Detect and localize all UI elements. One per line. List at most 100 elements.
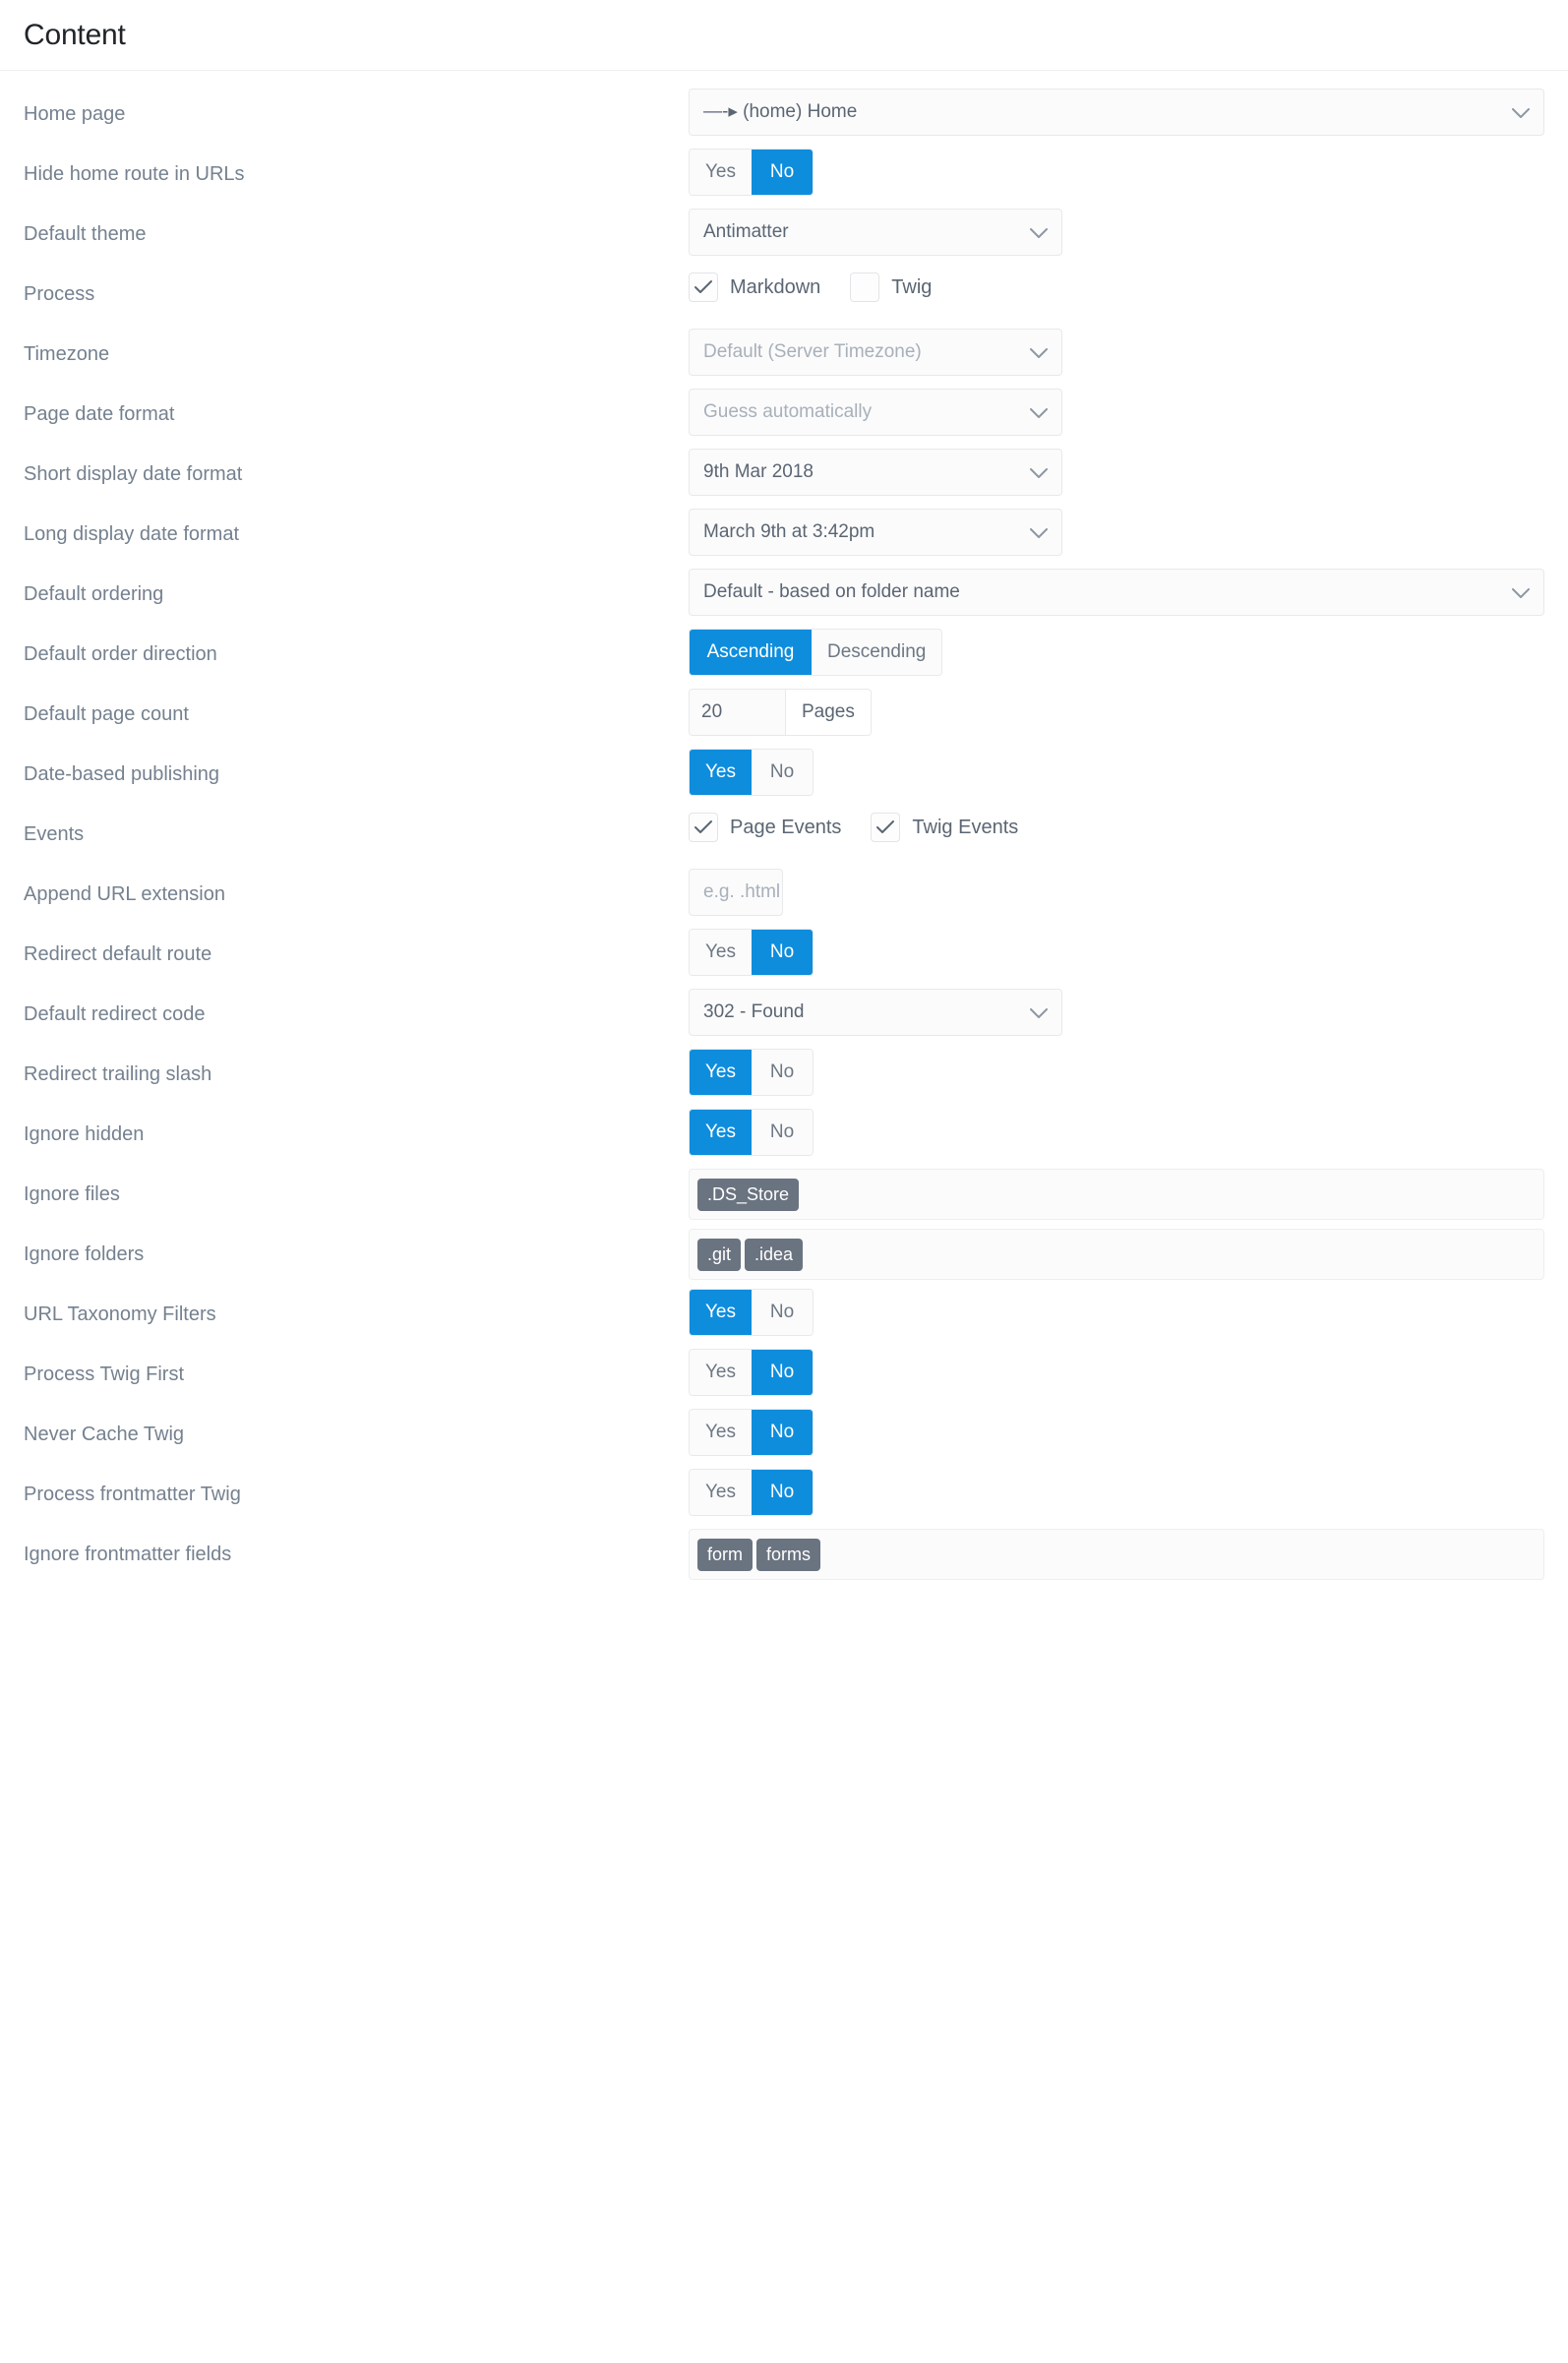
form-label-process-twig-first: Process Twig First — [24, 1363, 184, 1385]
tag-field-ignore-folders[interactable]: .git .idea — [689, 1229, 1544, 1280]
toggle-option-never-cache-twig-yes[interactable]: Yes — [690, 1410, 752, 1455]
checkbox-page-events[interactable]: Page Events — [689, 813, 841, 842]
form-row-hide-home-route-in-urls: Hide home route in URLs Yes No — [0, 141, 1568, 201]
toggle-option-ignore-hidden-yes[interactable]: Yes — [690, 1110, 752, 1155]
toggle-redirect-default-route[interactable]: Yes No — [689, 929, 814, 976]
form-control-never-cache-twig: Yes No — [689, 1401, 1544, 1456]
content-settings-page: Content Home page —-▸ (home) Home Hide hom… — [0, 0, 1568, 2363]
checkbox-label-twig: Twig — [891, 275, 933, 298]
select-short-display-date-format[interactable]: 9th Mar 2018 — [689, 449, 1062, 496]
form-label-ignore-folders: Ignore folders — [24, 1243, 145, 1265]
toggle-option-default-order-direction-ascending[interactable]: Ascending — [690, 630, 812, 675]
form-row-process-frontmatter-twig: Process frontmatter Twig Yes No — [0, 1461, 1568, 1521]
tag-field-ignore-frontmatter-fields[interactable]: form forms — [689, 1529, 1544, 1580]
tag-chip[interactable]: .git — [697, 1238, 742, 1271]
select-home-page[interactable]: —-▸ (home) Home — [689, 89, 1544, 136]
form-label-long-display-date-format: Long display date format — [24, 523, 240, 545]
select-value-default-ordering: Default - based on folder name — [703, 581, 960, 602]
form-label-hide-home-route-in-urls: Hide home route in URLs — [24, 163, 245, 185]
page-header: Content — [0, 0, 1568, 71]
chevron-down-icon — [1030, 390, 1048, 435]
form-control-default-theme: Antimatter — [689, 201, 1544, 256]
select-default-theme[interactable]: Antimatter — [689, 209, 1062, 256]
tag-field-ignore-files[interactable]: .DS_Store — [689, 1169, 1544, 1220]
toggle-option-ignore-hidden-no[interactable]: No — [752, 1110, 813, 1155]
select-timezone[interactable]: Default (Server Timezone) — [689, 329, 1062, 376]
form-control-hide-home-route-in-urls: Yes No — [689, 141, 1544, 196]
toggle-option-process-frontmatter-twig-yes[interactable]: Yes — [690, 1470, 752, 1515]
tag-chip[interactable]: form — [697, 1538, 753, 1571]
toggle-option-redirect-trailing-slash-yes[interactable]: Yes — [690, 1050, 752, 1095]
form-row-date-based-publishing: Date-based publishing Yes No — [0, 741, 1568, 801]
toggle-option-date-based-publishing-no[interactable]: No — [752, 750, 813, 795]
chevron-down-icon — [1512, 90, 1530, 135]
form-label-date-based-publishing: Date-based publishing — [24, 763, 220, 785]
checkbox-box-twig[interactable] — [850, 273, 880, 302]
form-label-short-display-date-format: Short display date format — [24, 463, 243, 485]
toggle-option-process-twig-first-no[interactable]: No — [752, 1350, 813, 1395]
form-control-events: Page Events Twig Events — [689, 801, 1544, 842]
form-row-process-twig-first: Process Twig First Yes No — [0, 1341, 1568, 1401]
form-control-date-based-publishing: Yes No — [689, 741, 1544, 796]
select-value-home-page: —-▸ (home) Home — [703, 101, 858, 122]
checkbox-box-page-events[interactable] — [689, 813, 718, 842]
toggle-option-process-frontmatter-twig-no[interactable]: No — [752, 1470, 813, 1515]
toggle-hide-home-route-in-urls[interactable]: Yes No — [689, 149, 814, 196]
content-settings-form: Home page —-▸ (home) Home Hide home route … — [0, 71, 1568, 1581]
select-page-date-format[interactable]: Guess automatically — [689, 389, 1062, 436]
form-label-page-date-format: Page date format — [24, 403, 175, 425]
form-row-ignore-frontmatter-fields: Ignore frontmatter fields form forms — [0, 1521, 1568, 1581]
checkbox-box-twig-events[interactable] — [871, 813, 901, 842]
form-row-default-redirect-code: Default redirect code 302 - Found — [0, 981, 1568, 1041]
toggle-option-date-based-publishing-yes[interactable]: Yes — [690, 750, 752, 795]
toggle-option-redirect-default-route-yes[interactable]: Yes — [690, 930, 752, 975]
toggle-option-hide-home-route-in-urls-no[interactable]: No — [752, 150, 813, 195]
checkbox-twig[interactable]: Twig — [850, 273, 932, 302]
form-row-timezone: Timezone Default (Server Timezone) — [0, 321, 1568, 381]
toggle-option-redirect-default-route-no[interactable]: No — [752, 930, 813, 975]
toggle-ignore-hidden[interactable]: Yes No — [689, 1109, 814, 1156]
form-label-default-redirect-code: Default redirect code — [24, 1003, 206, 1025]
form-label-url-taxonomy-filters: URL Taxonomy Filters — [24, 1303, 216, 1325]
select-default-redirect-code[interactable]: 302 - Found — [689, 989, 1062, 1036]
checkbox-box-markdown[interactable] — [689, 273, 718, 302]
checkbox-group-events: Page Events Twig Events — [689, 809, 1544, 842]
select-default-ordering[interactable]: Default - based on folder name — [689, 569, 1544, 616]
form-label-home-page: Home page — [24, 103, 126, 125]
toggle-option-process-twig-first-yes[interactable]: Yes — [690, 1350, 752, 1395]
checkbox-markdown[interactable]: Markdown — [689, 273, 820, 302]
toggle-process-twig-first[interactable]: Yes No — [689, 1349, 814, 1396]
toggle-redirect-trailing-slash[interactable]: Yes No — [689, 1049, 814, 1096]
form-control-default-redirect-code: 302 - Found — [689, 981, 1544, 1036]
tag-chip[interactable]: .DS_Store — [697, 1178, 800, 1211]
toggle-process-frontmatter-twig[interactable]: Yes No — [689, 1469, 814, 1516]
tag-chip[interactable]: forms — [756, 1538, 820, 1571]
toggle-option-default-order-direction-descending[interactable]: Descending — [812, 630, 942, 675]
toggle-date-based-publishing[interactable]: Yes No — [689, 749, 814, 796]
form-row-default-ordering: Default ordering Default - based on folde… — [0, 561, 1568, 621]
toggle-option-never-cache-twig-no[interactable]: No — [752, 1410, 813, 1455]
toggle-url-taxonomy-filters[interactable]: Yes No — [689, 1289, 814, 1336]
toggle-default-order-direction[interactable]: Ascending Descending — [689, 629, 943, 676]
select-long-display-date-format[interactable]: March 9th at 3:42pm — [689, 509, 1062, 556]
toggle-never-cache-twig[interactable]: Yes No — [689, 1409, 814, 1456]
form-row-ignore-files: Ignore files .DS_Store — [0, 1161, 1568, 1221]
form-control-short-display-date-format: 9th Mar 2018 — [689, 441, 1544, 496]
toggle-option-url-taxonomy-filters-yes[interactable]: Yes — [690, 1290, 752, 1335]
form-control-ignore-folders: .git .idea — [689, 1221, 1544, 1280]
form-row-never-cache-twig: Never Cache Twig Yes No — [0, 1401, 1568, 1461]
form-label-ignore-hidden: Ignore hidden — [24, 1123, 145, 1145]
checkbox-label-markdown: Markdown — [730, 275, 821, 298]
number-group-default-page-count: 20 Pages — [689, 689, 872, 736]
toggle-option-url-taxonomy-filters-no[interactable]: No — [752, 1290, 813, 1335]
toggle-option-hide-home-route-in-urls-yes[interactable]: Yes — [690, 150, 752, 195]
chevron-down-icon — [1512, 570, 1530, 615]
number-input-default-page-count[interactable]: 20 — [689, 689, 785, 736]
text-input-append-url-extension[interactable]: e.g. .html — [689, 869, 783, 916]
tag-chip[interactable]: .idea — [745, 1238, 804, 1271]
checkbox-twig-events[interactable]: Twig Events — [871, 813, 1018, 842]
form-label-redirect-default-route: Redirect default route — [24, 943, 212, 965]
form-control-redirect-trailing-slash: Yes No — [689, 1041, 1544, 1096]
toggle-option-redirect-trailing-slash-no[interactable]: No — [752, 1050, 813, 1095]
form-control-url-taxonomy-filters: Yes No — [689, 1281, 1544, 1336]
